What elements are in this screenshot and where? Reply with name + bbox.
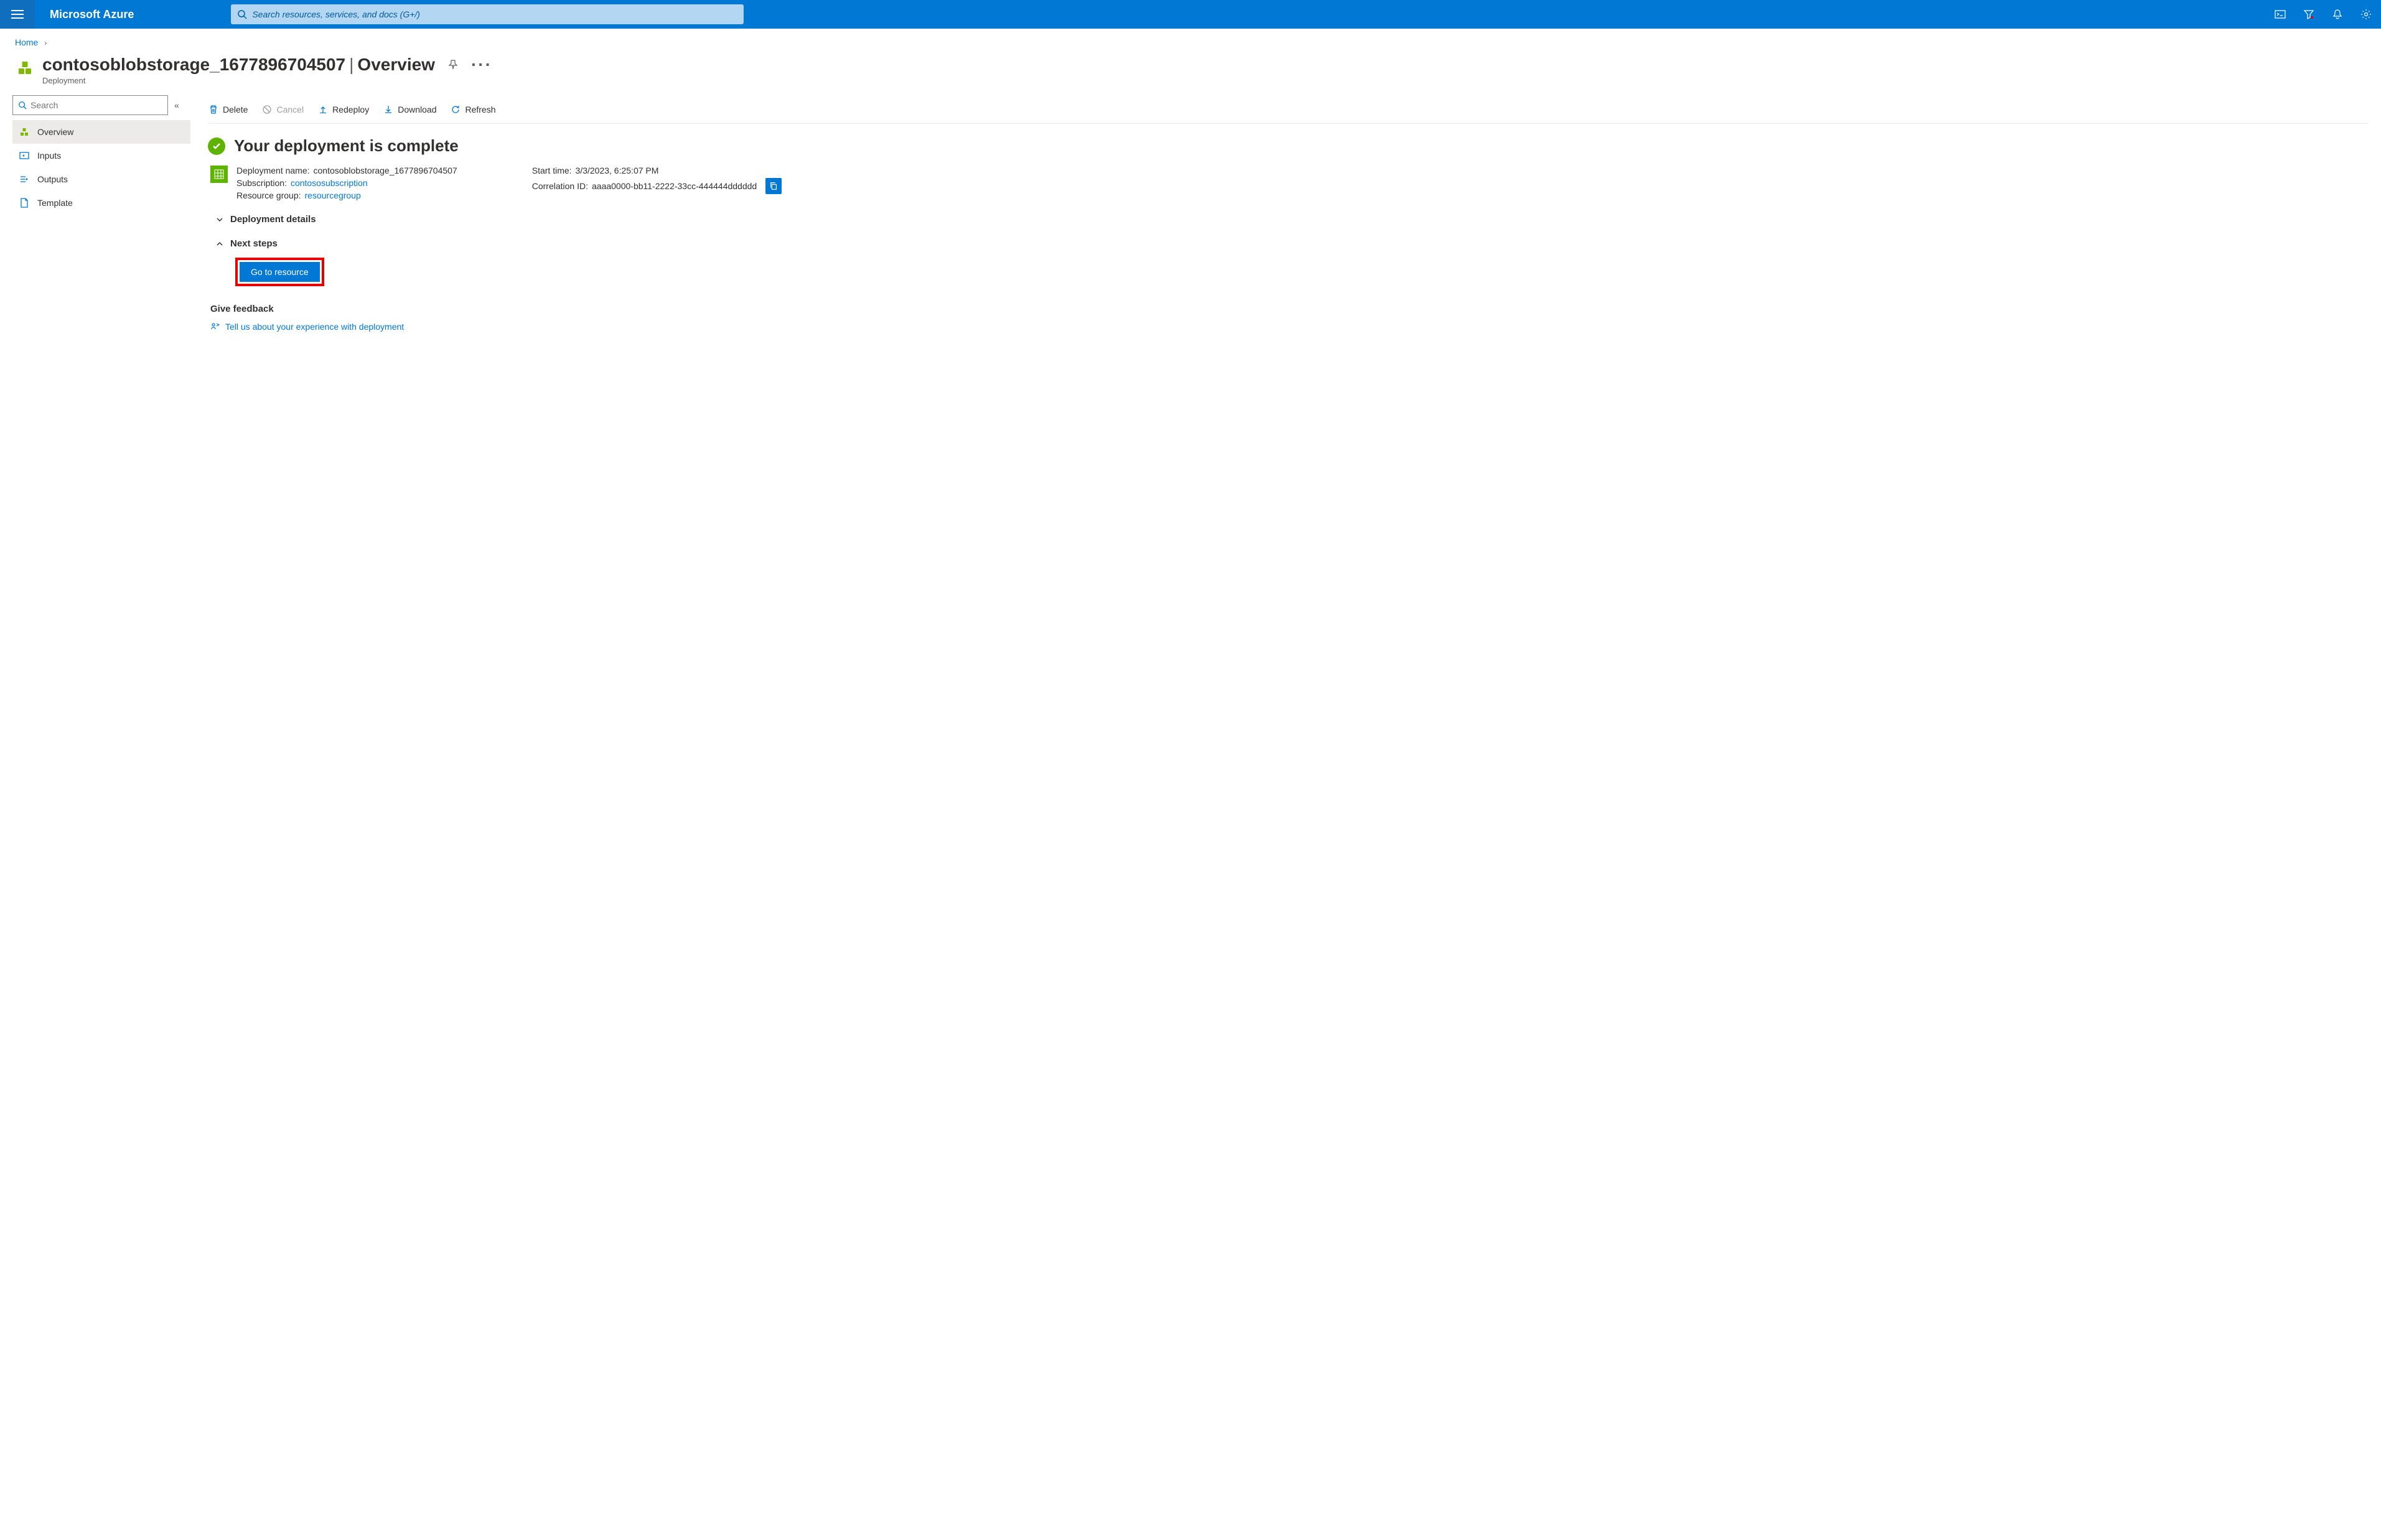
deployment-name-label: Deployment name: — [236, 166, 310, 175]
page-title-view: Overview — [357, 55, 435, 75]
deployment-resource-icon — [15, 57, 35, 77]
global-search[interactable] — [231, 4, 744, 24]
copy-icon — [769, 182, 778, 190]
page-subtitle: Deployment — [42, 76, 492, 85]
sidebar-search-input[interactable] — [27, 100, 162, 110]
correlation-id-label: Correlation ID: — [532, 181, 588, 191]
next-steps-toggle[interactable]: Next steps — [215, 238, 2369, 249]
overview-icon — [19, 127, 30, 137]
status-title: Your deployment is complete — [234, 136, 459, 156]
outputs-icon — [19, 174, 30, 184]
resource-group-label: Resource group: — [236, 190, 301, 200]
sidebar: « Overview Inputs Outputs Template — [0, 95, 195, 332]
delete-icon — [208, 104, 219, 115]
refresh-icon — [450, 104, 461, 115]
search-icon — [237, 9, 247, 19]
collapse-sidebar-icon[interactable]: « — [174, 100, 179, 110]
sidebar-item-template[interactable]: Template — [12, 191, 190, 215]
start-time-label: Start time: — [532, 166, 572, 175]
deployment-status: Your deployment is complete — [208, 136, 2369, 156]
page-header: contosoblobstorage_1677896704507 | Overv… — [0, 51, 2381, 95]
hamburger-icon — [11, 10, 24, 19]
download-button[interactable]: Download — [383, 104, 436, 115]
template-icon — [19, 198, 30, 208]
next-steps-label: Next steps — [230, 238, 278, 249]
deployment-grid-icon — [210, 166, 228, 183]
topbar-actions — [2274, 8, 2381, 21]
deployment-name-value: contosoblobstorage_1677896704507 — [314, 166, 457, 175]
success-check-icon — [208, 138, 225, 155]
notifications-icon[interactable] — [2331, 8, 2344, 21]
brand-label[interactable]: Microsoft Azure — [35, 8, 149, 21]
settings-icon[interactable] — [2360, 8, 2372, 21]
title-divider: | — [349, 55, 353, 75]
hamburger-button[interactable] — [0, 0, 35, 29]
deployment-details-toggle[interactable]: Deployment details — [215, 214, 2369, 225]
chevron-right-icon: › — [40, 39, 50, 47]
sidebar-item-label: Overview — [37, 127, 73, 137]
deployment-details-label: Deployment details — [230, 214, 316, 225]
sidebar-item-label: Template — [37, 198, 73, 208]
start-time-value: 3/3/2023, 6:25:07 PM — [576, 166, 659, 175]
refresh-button[interactable]: Refresh — [450, 104, 495, 115]
feedback-link-label: Tell us about your experience with deplo… — [225, 322, 404, 332]
correlation-id-value: aaaa0000-bb11-2222-33cc-444444dddddd — [592, 181, 757, 191]
redeploy-label: Redeploy — [332, 105, 369, 114]
main-content: Delete Cancel Redeploy Download Refresh — [195, 95, 2381, 332]
global-search-input[interactable] — [247, 9, 737, 19]
sidebar-item-outputs[interactable]: Outputs — [12, 167, 190, 191]
filter-icon[interactable] — [2303, 8, 2315, 21]
cloud-shell-icon[interactable] — [2274, 8, 2286, 21]
search-icon — [18, 101, 27, 110]
sidebar-item-inputs[interactable]: Inputs — [12, 144, 190, 167]
command-bar: Delete Cancel Redeploy Download Refresh — [208, 95, 2369, 124]
breadcrumb-home[interactable]: Home — [15, 37, 38, 47]
more-menu-icon[interactable]: ··· — [471, 55, 492, 75]
resource-group-link[interactable]: resourcegroup — [305, 190, 361, 200]
cancel-label: Cancel — [276, 105, 304, 114]
pin-icon[interactable] — [447, 55, 459, 75]
sidebar-search[interactable] — [12, 95, 168, 115]
delete-label: Delete — [223, 105, 248, 114]
cancel-button: Cancel — [261, 104, 304, 115]
feedback-link[interactable]: Tell us about your experience with deplo… — [210, 322, 2369, 332]
redeploy-icon — [317, 104, 329, 115]
chevron-up-icon — [215, 240, 224, 248]
download-icon — [383, 104, 394, 115]
chevron-down-icon — [215, 215, 224, 224]
subscription-label: Subscription: — [236, 178, 287, 188]
sidebar-item-overview[interactable]: Overview — [12, 120, 190, 144]
page-title: contosoblobstorage_1677896704507 | Overv… — [42, 55, 492, 75]
sidebar-item-label: Outputs — [37, 174, 68, 184]
give-feedback-heading: Give feedback — [210, 304, 2369, 314]
subscription-link[interactable]: contososubscription — [291, 178, 368, 188]
page-title-main: contosoblobstorage_1677896704507 — [42, 55, 345, 75]
refresh-label: Refresh — [465, 105, 495, 114]
inputs-icon — [19, 151, 30, 161]
go-to-resource-button[interactable]: Go to resource — [240, 262, 320, 282]
go-to-resource-highlight: Go to resource — [235, 258, 324, 286]
topbar: Microsoft Azure — [0, 0, 2381, 29]
delete-button[interactable]: Delete — [208, 104, 248, 115]
copy-correlation-button[interactable] — [765, 178, 782, 194]
redeploy-button[interactable]: Redeploy — [317, 104, 369, 115]
download-label: Download — [398, 105, 436, 114]
feedback-icon — [210, 322, 220, 332]
sidebar-item-label: Inputs — [37, 151, 61, 161]
cancel-icon — [261, 104, 273, 115]
breadcrumb: Home › — [0, 29, 2381, 51]
